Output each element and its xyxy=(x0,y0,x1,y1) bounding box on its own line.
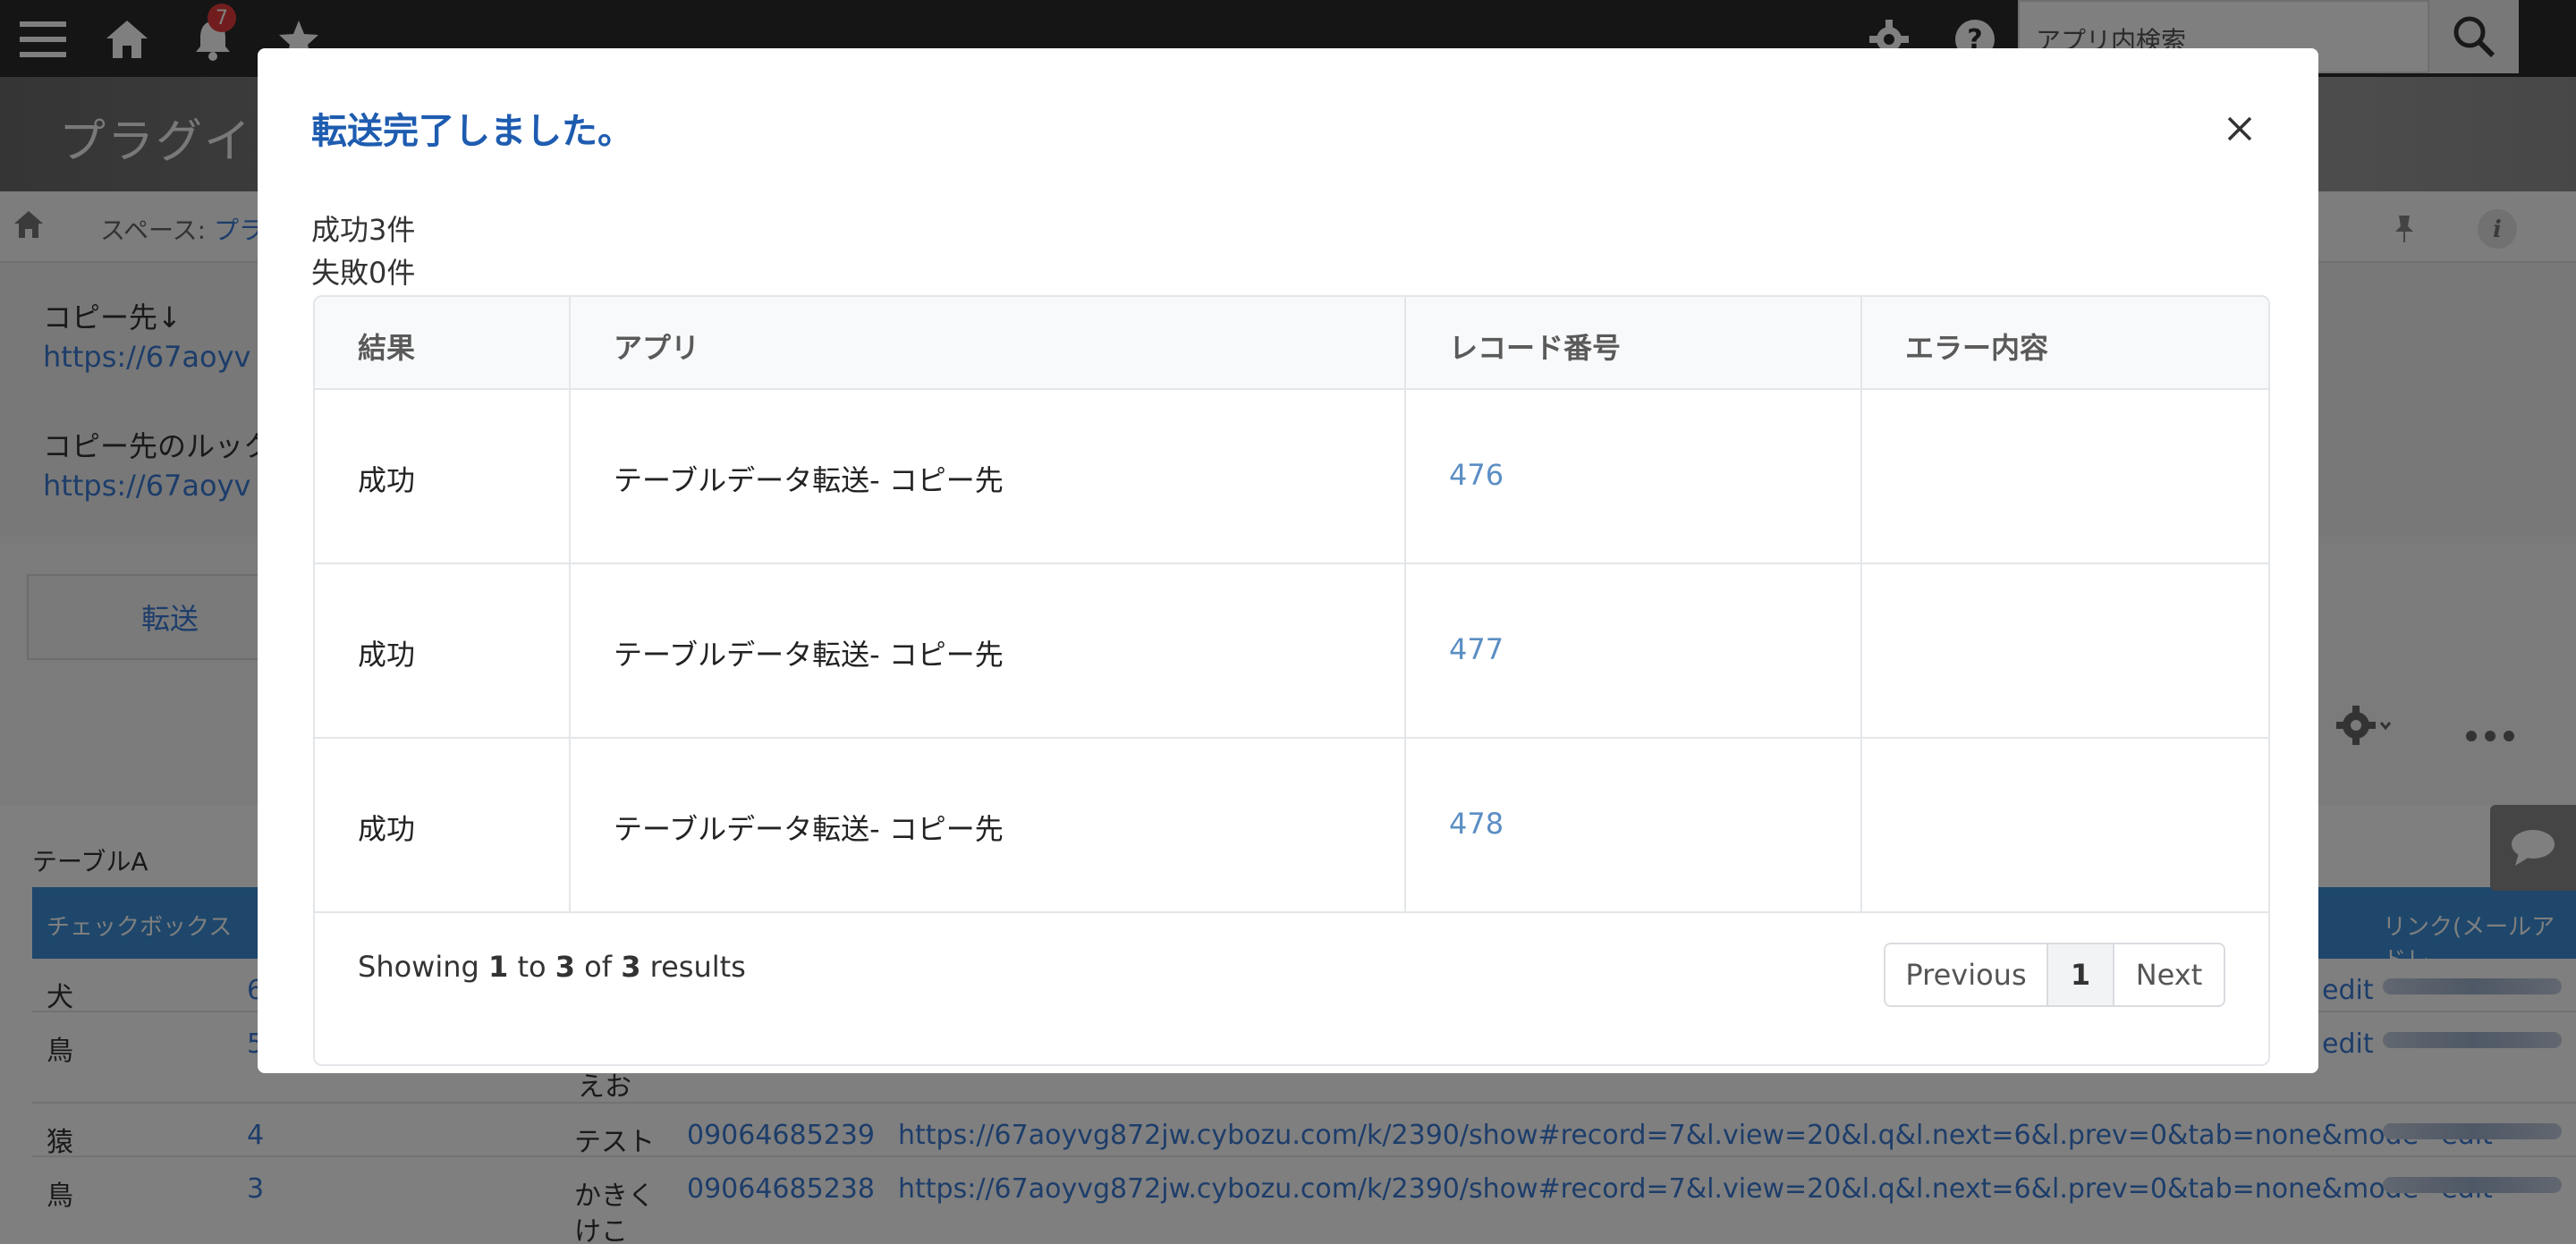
table-row: 成功 テーブルデータ転送- コピー先 477 xyxy=(315,564,2268,739)
column-header-result: 結果 xyxy=(358,331,416,365)
app-cell: テーブルデータ転送- コピー先 xyxy=(614,463,1004,497)
column-header-app: アプリ xyxy=(614,331,700,365)
pagination: Previous 1 Next xyxy=(1884,943,2225,1007)
record-number-link[interactable]: 477 xyxy=(1449,632,1504,666)
next-page-button[interactable]: Next xyxy=(2114,944,2224,1005)
close-button[interactable] xyxy=(2215,104,2265,154)
success-count: 成功3件 xyxy=(311,213,416,247)
result-table: 結果 アプリ レコード番号 エラー内容 成功 テーブルデータ転送- コピー先 4… xyxy=(313,295,2270,1066)
result-cell: 成功 xyxy=(358,638,416,672)
record-number-link[interactable]: 478 xyxy=(1449,807,1504,841)
column-header-record-number: レコード番号 xyxy=(1449,331,1622,365)
summary-from: 1 xyxy=(488,950,509,984)
summary-text: results xyxy=(649,950,746,984)
record-number-link[interactable]: 476 xyxy=(1449,458,1504,492)
close-icon xyxy=(2227,116,2252,141)
previous-page-button[interactable]: Previous xyxy=(1885,944,2048,1005)
table-footer: Showing 1 to 3 of 3 results Previous 1 N… xyxy=(315,914,2268,1064)
app-cell: テーブルデータ転送- コピー先 xyxy=(614,638,1004,672)
column-header-error: エラー内容 xyxy=(1905,331,2049,365)
failure-count: 失敗0件 xyxy=(311,256,416,290)
dialog-title: 転送完了しました。 xyxy=(311,111,633,152)
result-cell: 成功 xyxy=(358,812,416,846)
summary-total: 3 xyxy=(621,950,641,984)
app-cell: テーブルデータ転送- コピー先 xyxy=(614,812,1004,846)
transfer-result-dialog: 転送完了しました。 成功3件 失敗0件 結果 アプリ レコード番号 エラー内容 … xyxy=(258,48,2318,1073)
results-summary: Showing 1 to 3 of 3 results xyxy=(358,950,746,984)
summary-to: 3 xyxy=(555,950,575,984)
result-table-header: 結果 アプリ レコード番号 エラー内容 xyxy=(315,297,2268,390)
result-cell: 成功 xyxy=(358,463,416,497)
table-row: 成功 テーブルデータ転送- コピー先 478 xyxy=(315,739,2268,913)
summary-text: Showing xyxy=(358,950,479,984)
table-row: 成功 テーブルデータ転送- コピー先 476 xyxy=(315,390,2268,564)
summary-text: to xyxy=(517,950,547,984)
summary-text: of xyxy=(584,950,613,984)
current-page-button[interactable]: 1 xyxy=(2048,944,2114,1005)
